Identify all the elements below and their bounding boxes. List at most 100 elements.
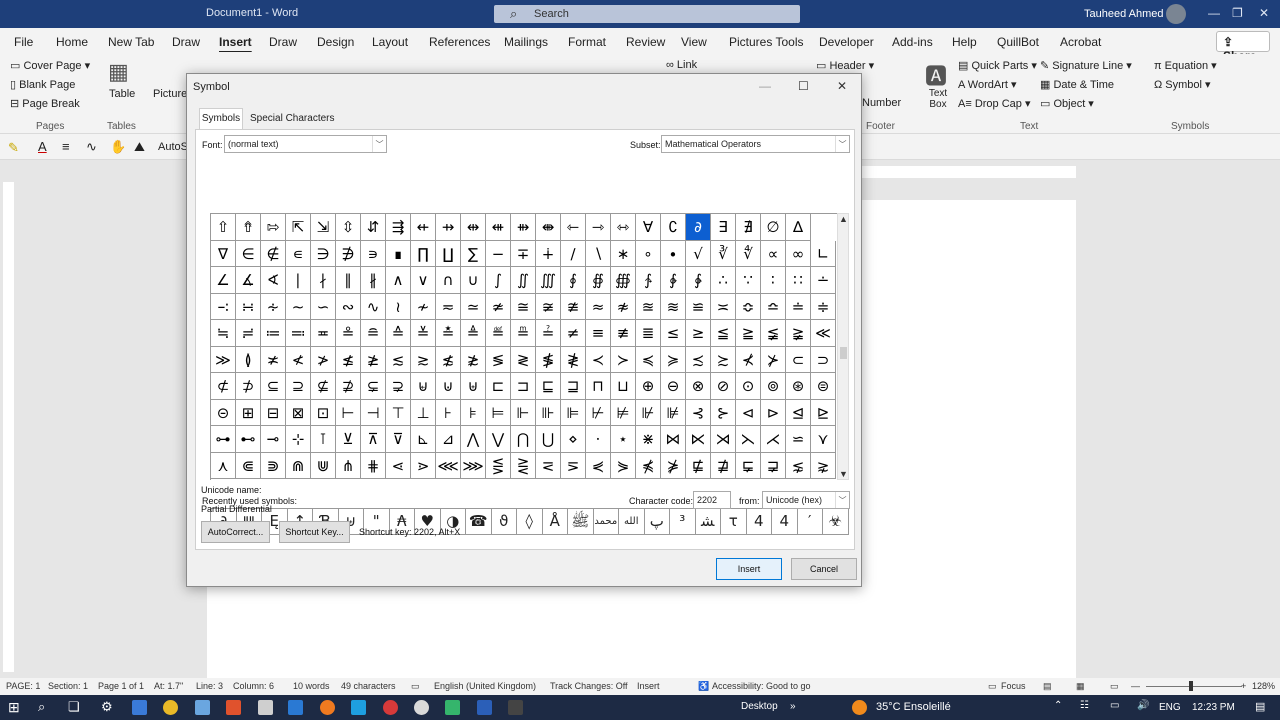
symbol-cell[interactable]: ⇧: [211, 214, 236, 241]
symbol-cell[interactable]: ⋎: [811, 426, 836, 453]
symbol-cell[interactable]: ≆: [536, 293, 561, 320]
symbol-cell[interactable]: ≐: [786, 293, 811, 320]
font-select[interactable]: (normal text) ﹀: [224, 135, 387, 153]
symbol-cell[interactable]: ⇮: [236, 214, 261, 241]
symbol-cell[interactable]: ⊔: [611, 373, 636, 400]
symbol-button[interactable]: Ω Symbol ▾: [1154, 78, 1211, 91]
tab-design[interactable]: Design: [317, 35, 354, 49]
tab-acrobat[interactable]: Acrobat: [1060, 35, 1101, 49]
textbox-icon[interactable]: 🅰: [925, 59, 947, 91]
symbol-cell[interactable]: ≁: [411, 293, 436, 320]
symbol-cell[interactable]: ⋠: [636, 452, 661, 479]
symbol-cell[interactable]: ⋊: [711, 426, 736, 453]
header-button[interactable]: ▭ Header ▾: [816, 59, 874, 72]
tab-draw-2[interactable]: Draw: [269, 35, 297, 49]
symbol-cell[interactable]: ⊮: [636, 399, 661, 426]
recent-symbol-cell[interactable]: محمد: [593, 509, 619, 535]
symbol-cell[interactable]: ∖: [586, 240, 611, 267]
symbol-cell[interactable]: ∄: [736, 214, 761, 241]
symbol-cell[interactable]: ⋍: [786, 426, 811, 453]
read-mode-icon[interactable]: ▤: [1043, 681, 1052, 692]
symbol-cell[interactable]: ∭: [536, 267, 561, 294]
symbol-cell[interactable]: ⊞: [236, 399, 261, 426]
symbol-cell[interactable]: ≙: [386, 320, 411, 347]
symbol-cell[interactable]: ⊃: [811, 346, 836, 373]
symbol-cell[interactable]: ≮: [286, 346, 311, 373]
symbol-cell[interactable]: ⇳: [336, 214, 361, 241]
symbol-cell[interactable]: ∻: [261, 293, 286, 320]
symbol-cell[interactable]: ⋏: [211, 452, 236, 479]
symbol-cell[interactable]: ∿: [361, 293, 386, 320]
recent-symbol-cell[interactable]: الله: [619, 509, 645, 535]
symbol-cell[interactable]: ≈: [586, 293, 611, 320]
symbol-cell[interactable]: ⊌: [411, 373, 436, 400]
symbol-cell[interactable]: ≻: [611, 346, 636, 373]
network-icon[interactable]: ☷: [1080, 700, 1089, 711]
signature-line-button[interactable]: ✎ Signature Line ▾: [1040, 59, 1132, 72]
close-icon[interactable]: ✕: [1259, 6, 1269, 20]
symbol-cell[interactable]: ⋝: [561, 452, 586, 479]
symbol-cell[interactable]: ∗: [611, 240, 636, 267]
symbol-cell[interactable]: ≬: [236, 346, 261, 373]
web-layout-icon[interactable]: ▭: [1110, 681, 1119, 692]
symbol-cell[interactable]: ⊣: [361, 399, 386, 426]
symbol-cell[interactable]: ∤: [311, 267, 336, 294]
symbol-cell[interactable]: ⋜: [536, 452, 561, 479]
symbol-cell[interactable]: ⊭: [611, 399, 636, 426]
symbol-cell[interactable]: ∌: [336, 240, 361, 267]
symbol-cell[interactable]: ∹: [211, 293, 236, 320]
symbol-cell[interactable]: ⇺: [486, 214, 511, 241]
symbol-cell[interactable]: ≒: [211, 320, 236, 347]
symbol-cell[interactable]: ∍: [361, 240, 386, 267]
symbol-cell[interactable]: ⊐: [511, 373, 536, 400]
app-icon-8[interactable]: [508, 700, 523, 715]
tab-references[interactable]: References: [429, 35, 490, 49]
symbol-cell[interactable]: ⊡: [311, 399, 336, 426]
symbol-cell[interactable]: ⊋: [386, 373, 411, 400]
clock[interactable]: 12:23 PM: [1192, 702, 1235, 713]
share-button[interactable]: ⇪ Share: [1216, 31, 1270, 63]
symbol-cell[interactable]: ⊤: [386, 399, 411, 426]
symbol-cell[interactable]: ∷: [786, 267, 811, 294]
insert-button[interactable]: Insert: [716, 558, 782, 580]
app-icon-3[interactable]: [258, 700, 273, 715]
symbol-cell[interactable]: ⊷: [236, 426, 261, 453]
symbol-cell[interactable]: ⊯: [661, 399, 686, 426]
symbol-cell[interactable]: ⋉: [686, 426, 711, 453]
symbol-cell[interactable]: ⇲: [311, 214, 336, 241]
subset-select[interactable]: Mathematical Operators ﹀: [661, 135, 850, 153]
symbol-cell[interactable]: ∩: [436, 267, 461, 294]
symbol-cell[interactable]: ∕: [561, 240, 586, 267]
highlight-icon[interactable]: ✎: [8, 140, 19, 156]
symbol-cell[interactable]: ⊧: [461, 399, 486, 426]
tab-symbols[interactable]: Symbols: [199, 108, 243, 130]
page-break-button[interactable]: ⊟ Page Break: [10, 97, 80, 110]
symbol-cell[interactable]: ⊀: [736, 346, 761, 373]
symbol-cell[interactable]: ∙: [661, 240, 686, 267]
symbol-cell[interactable]: ⊵: [811, 399, 836, 426]
symbol-cell[interactable]: ⊉: [336, 373, 361, 400]
tab-review[interactable]: Review: [626, 35, 665, 49]
symbol-cell[interactable]: ≀: [386, 293, 411, 320]
symbol-cell[interactable]: ⊑: [536, 373, 561, 400]
zoom-in-icon[interactable]: +: [1241, 681, 1246, 691]
symbol-cell[interactable]: ∅: [761, 214, 786, 241]
zoom-thumb[interactable]: [1189, 681, 1193, 691]
symbol-cell[interactable]: ≨: [761, 320, 786, 347]
chevron-right-icon[interactable]: »: [790, 701, 796, 712]
symbol-cell[interactable]: ∵: [736, 267, 761, 294]
tab-addins[interactable]: Add-ins: [892, 35, 933, 49]
symbol-cell[interactable]: ≿: [711, 346, 736, 373]
symbol-cell[interactable]: ⊏: [486, 373, 511, 400]
recent-symbol-cell[interactable]: ﭖ: [644, 509, 670, 535]
symbol-cell[interactable]: ⋁: [486, 426, 511, 453]
symbol-cell[interactable]: ∠: [211, 267, 236, 294]
symbol-cell[interactable]: ⊺: [311, 426, 336, 453]
symbol-cell[interactable]: ≠: [561, 320, 586, 347]
symbol-cell[interactable]: ⋤: [736, 452, 761, 479]
firefox-icon[interactable]: [320, 700, 335, 715]
symbol-cell[interactable]: ∪: [461, 267, 486, 294]
symbol-cell[interactable]: ≅: [511, 293, 536, 320]
hand-icon[interactable]: ✋: [110, 139, 126, 155]
symbol-cell[interactable]: ≘: [361, 320, 386, 347]
